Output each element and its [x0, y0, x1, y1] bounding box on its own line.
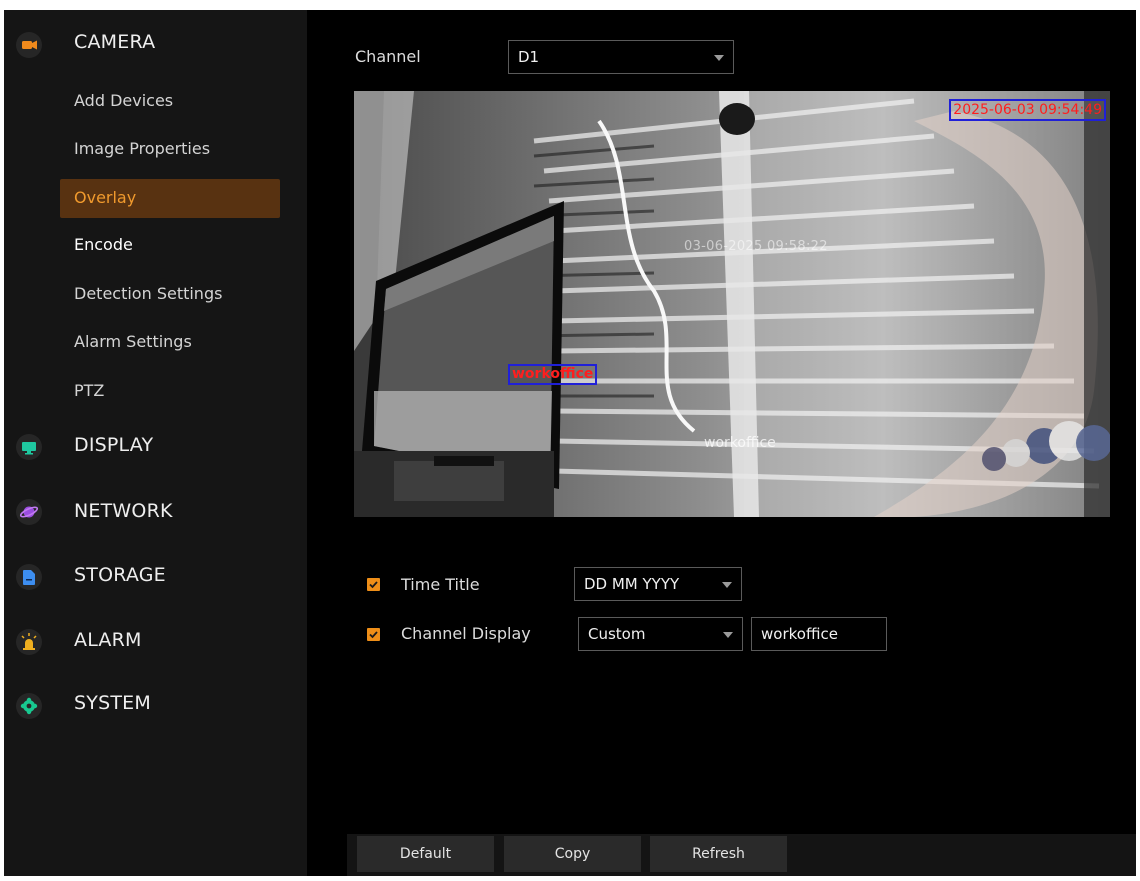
- chevron-down-icon: [723, 632, 733, 638]
- channel-display-mode-select[interactable]: Custom: [578, 617, 743, 651]
- camera-time-stamp: 03-06-2025 09:58:22: [684, 239, 828, 254]
- time-format-value: DD MM YYYY: [584, 575, 680, 593]
- chevron-down-icon: [722, 582, 732, 588]
- camera-icon: [16, 32, 42, 58]
- sidebar-category-storage[interactable]: STORAGE: [4, 552, 307, 602]
- monitor-icon: [16, 434, 42, 460]
- sidebar-category-label: SYSTEM: [74, 692, 151, 714]
- sidebar-item-encode[interactable]: Encode: [60, 226, 280, 265]
- sidebar-category-label: DISPLAY: [74, 434, 154, 456]
- app-frame: CAMERA Add Devices Image Properties Over…: [4, 10, 1136, 876]
- sidebar-category-alarm[interactable]: ALARM: [4, 616, 307, 666]
- channel-name-input-value: workoffice: [761, 625, 838, 643]
- main-panel: Channel D1 03-06-2025 09:58:22 workoffic…: [307, 10, 1136, 876]
- sidebar-item-alarm-settings[interactable]: Alarm Settings: [60, 323, 280, 362]
- sidebar-item-label: Add Devices: [74, 91, 174, 110]
- channel-display-mode-value: Custom: [588, 625, 646, 643]
- channel-display-checkbox[interactable]: [367, 628, 380, 641]
- sidebar-category-system[interactable]: SYSTEM: [4, 680, 307, 730]
- refresh-button[interactable]: Refresh: [650, 836, 787, 872]
- channel-select-value: D1: [518, 48, 540, 66]
- button-bar: Default Copy Refresh: [347, 834, 1136, 876]
- sidebar-item-ptz[interactable]: PTZ: [60, 372, 280, 411]
- sidebar-item-add-devices[interactable]: Add Devices: [60, 82, 280, 121]
- time-title-label: Time Title: [401, 575, 480, 594]
- camera-channel-name: workoffice: [704, 435, 776, 451]
- channel-name-input[interactable]: workoffice: [751, 617, 887, 651]
- sidebar: CAMERA Add Devices Image Properties Over…: [4, 10, 307, 876]
- sidebar-item-detection-settings[interactable]: Detection Settings: [60, 275, 280, 314]
- sidebar-item-label: Overlay: [74, 188, 137, 207]
- storage-icon: [16, 564, 42, 590]
- channel-display-label: Channel Display: [401, 624, 531, 643]
- sidebar-item-label: Detection Settings: [74, 284, 223, 303]
- sidebar-category-display[interactable]: DISPLAY: [4, 421, 307, 471]
- camera-preview: 03-06-2025 09:58:22 workoffice 2025-06-0…: [354, 91, 1110, 517]
- sidebar-item-label: PTZ: [74, 381, 105, 400]
- copy-button[interactable]: Copy: [504, 836, 641, 872]
- sidebar-category-label: CAMERA: [74, 31, 156, 53]
- sidebar-category-label: STORAGE: [74, 564, 166, 586]
- time-format-select[interactable]: DD MM YYYY: [574, 567, 742, 601]
- checkmark-icon: [369, 631, 378, 639]
- sidebar-item-label: Alarm Settings: [74, 332, 192, 351]
- sidebar-category-camera[interactable]: CAMERA: [4, 20, 307, 70]
- camera-feed-image: [354, 91, 1110, 517]
- channel-label: Channel: [355, 47, 421, 66]
- sidebar-item-image-properties[interactable]: Image Properties: [60, 130, 280, 169]
- sidebar-category-label: NETWORK: [74, 500, 173, 522]
- globe-icon: [16, 499, 42, 525]
- channel-name-overlay[interactable]: workoffice: [508, 364, 598, 385]
- channel-select[interactable]: D1: [508, 40, 734, 74]
- time-title-checkbox[interactable]: [367, 578, 380, 591]
- gear-icon: [16, 693, 42, 719]
- chevron-down-icon: [714, 55, 724, 61]
- default-button[interactable]: Default: [357, 836, 494, 872]
- sidebar-item-overlay[interactable]: Overlay: [60, 179, 280, 218]
- sidebar-category-label: ALARM: [74, 629, 142, 651]
- sidebar-item-label: Image Properties: [74, 139, 211, 158]
- sidebar-item-label: Encode: [74, 235, 133, 254]
- time-title-overlay[interactable]: 2025-06-03 09:54:49: [949, 99, 1106, 121]
- alarm-icon: [16, 629, 42, 655]
- checkmark-icon: [369, 581, 378, 589]
- sidebar-category-network[interactable]: NETWORK: [4, 487, 307, 537]
